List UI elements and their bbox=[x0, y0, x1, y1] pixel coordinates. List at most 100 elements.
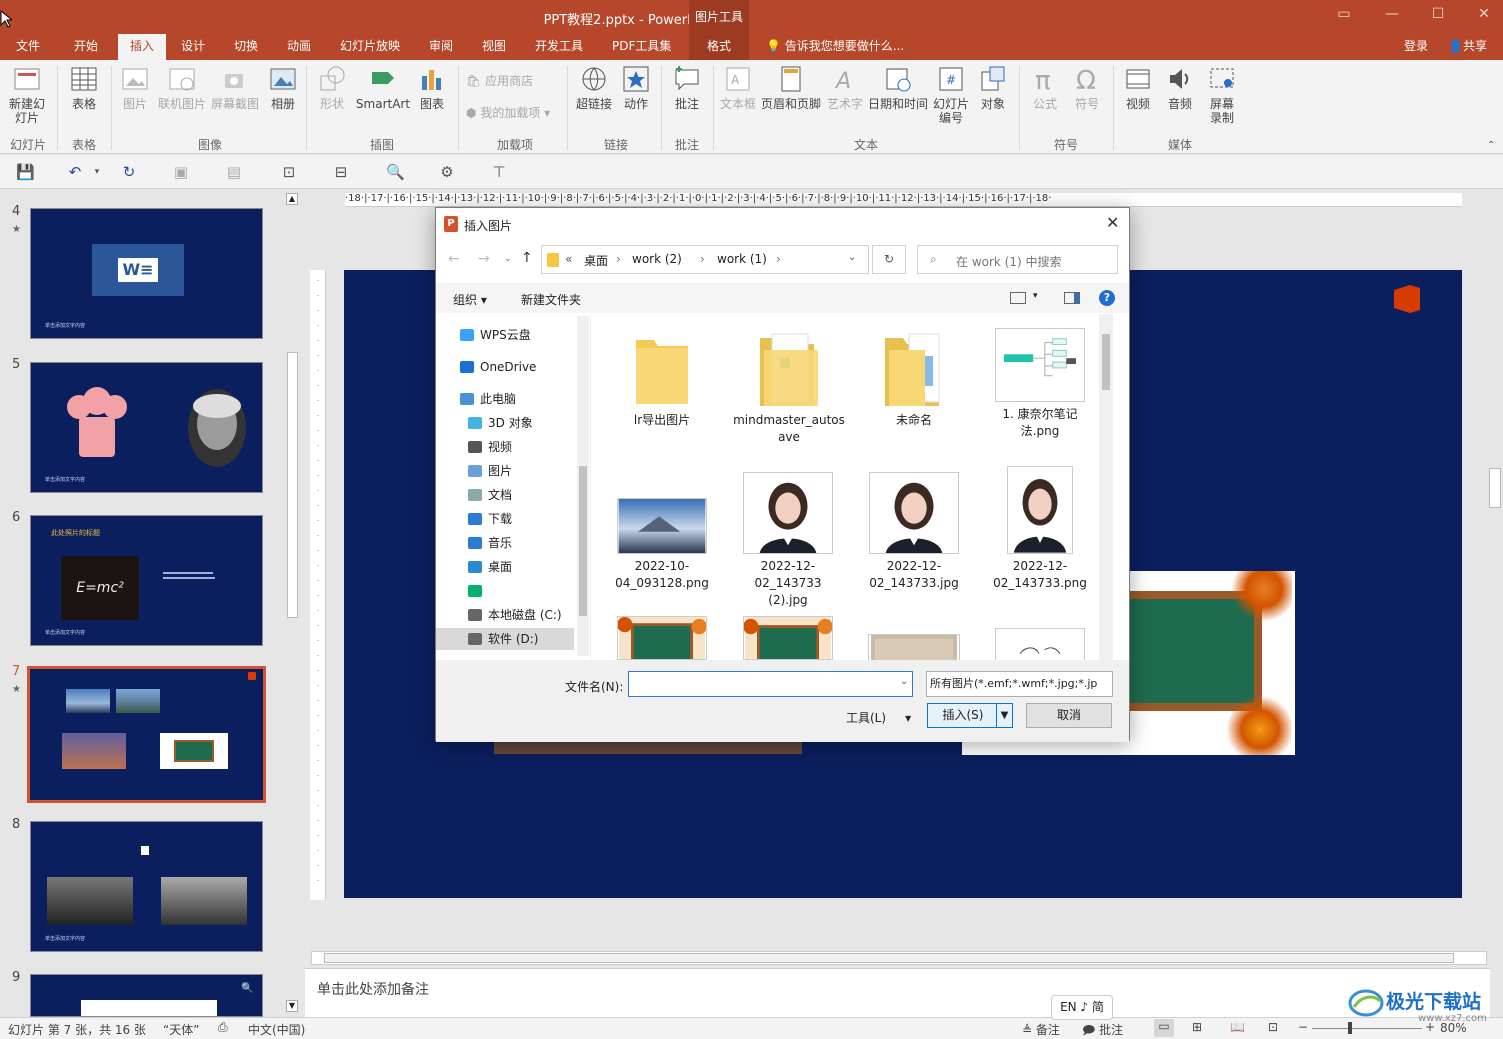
editor-scrollbar[interactable] bbox=[1488, 193, 1503, 943]
store-button[interactable]: 🛍 应用商店 bbox=[466, 74, 533, 88]
refresh-icon[interactable]: ↻ bbox=[872, 245, 906, 274]
file-item[interactable]: mindmaster_autosave bbox=[733, 328, 845, 446]
normal-view-icon[interactable]: ▭ bbox=[1154, 1019, 1174, 1037]
new-folder-button[interactable]: 新建文件夹 bbox=[521, 291, 581, 308]
breadcrumb-work1[interactable]: work (1) bbox=[717, 252, 767, 266]
qat-tool-4-icon[interactable]: ⊟ bbox=[332, 163, 350, 181]
symbol-button[interactable]: Ω 符号 bbox=[1067, 60, 1107, 111]
login-link[interactable]: 登录 bbox=[1396, 34, 1436, 60]
file-item[interactable] bbox=[607, 616, 717, 660]
file-list-scrollbar[interactable] bbox=[1099, 314, 1113, 660]
customize-qat-icon[interactable]: ⊤ bbox=[490, 163, 508, 181]
dialog-close-icon[interactable]: ✕ bbox=[1106, 213, 1119, 232]
slide-thumbnail-9[interactable]: 🔍 bbox=[30, 974, 263, 1017]
smartart-button[interactable]: SmartArt bbox=[355, 60, 411, 111]
object-button[interactable]: 对象 bbox=[974, 60, 1012, 111]
file-item[interactable]: 2022-12-02_143733.jpg bbox=[859, 464, 969, 592]
qat-tool-1-icon[interactable]: ▣ bbox=[172, 163, 190, 181]
slide-thumbnail-4[interactable]: W≡ 单击添加文字内容 bbox=[30, 208, 263, 339]
file-item[interactable] bbox=[859, 634, 969, 660]
file-item[interactable]: 1. 康奈尔笔记法.png bbox=[985, 328, 1095, 440]
language-status[interactable]: 中文(中国) bbox=[248, 1021, 305, 1038]
album-button[interactable]: 相册 bbox=[264, 60, 302, 111]
file-item[interactable]: 2022-10-04_093128.png bbox=[607, 464, 717, 592]
nav-scrollbar[interactable] bbox=[577, 316, 589, 656]
datetime-button[interactable]: 日期和时间 bbox=[867, 60, 929, 111]
tell-me-box[interactable]: 💡 告诉我您想要做什么... bbox=[758, 34, 912, 60]
slide-number-button[interactable]: # 幻灯片编号 bbox=[932, 60, 970, 125]
view-dropdown-icon[interactable]: ▾ bbox=[1033, 291, 1038, 301]
tab-view[interactable]: 视图 bbox=[474, 34, 514, 60]
picture-button[interactable]: 图片 bbox=[116, 60, 154, 111]
back-icon[interactable]: ← bbox=[448, 251, 460, 267]
slide-thumbnail-8[interactable]: 单击添加文字内容 bbox=[30, 821, 263, 952]
address-dropdown-icon[interactable]: ⌄ bbox=[848, 252, 856, 263]
recent-dropdown-icon[interactable]: ⌄ bbox=[504, 254, 512, 264]
insert-button[interactable]: 插入(S) ▼ bbox=[927, 703, 1013, 728]
undo-dropdown-icon[interactable]: ▾ bbox=[88, 163, 106, 181]
nav-this-pc[interactable]: 此电脑 bbox=[460, 388, 590, 410]
save-icon[interactable]: 💾 bbox=[16, 163, 35, 181]
close-button[interactable]: ✕ bbox=[1470, 6, 1498, 26]
textbox-button[interactable]: A 文本框 bbox=[718, 60, 758, 111]
file-type-select[interactable]: 所有图片(*.emf;*.wmf;*.jpg;*.jp bbox=[926, 671, 1113, 697]
filename-input[interactable] bbox=[628, 671, 913, 697]
hyperlink-button[interactable]: 超链接 bbox=[574, 60, 614, 111]
thumbnails-scrollbar[interactable]: ▲ ▼ bbox=[285, 190, 301, 1017]
maximize-button[interactable]: ☐ bbox=[1424, 6, 1452, 26]
audio-button[interactable]: 音频 bbox=[1160, 60, 1200, 111]
insert-dropdown-icon[interactable]: ▼ bbox=[996, 704, 1012, 727]
editor-scroll-thumb[interactable] bbox=[1489, 468, 1501, 508]
qat-tool-3-icon[interactable]: ⊡ bbox=[280, 163, 298, 181]
shapes-button[interactable]: 形状 bbox=[313, 60, 351, 111]
tab-review[interactable]: 审阅 bbox=[421, 34, 461, 60]
qat-tool-2-icon[interactable]: ▤ bbox=[225, 163, 243, 181]
h-scroll-thumb[interactable] bbox=[324, 953, 1454, 963]
screenshot-button[interactable]: 屏幕截图 bbox=[209, 60, 261, 111]
nav-software-d[interactable]: 软件 (D:) bbox=[436, 628, 574, 650]
file-item[interactable]: 未命名 bbox=[859, 328, 969, 429]
breadcrumb-work2[interactable]: work (2) bbox=[632, 252, 682, 266]
video-button[interactable]: 视频 bbox=[1118, 60, 1158, 111]
ribbon-display-icon[interactable]: ▭ bbox=[1330, 6, 1358, 26]
table-button[interactable]: 表格 bbox=[62, 60, 106, 111]
help-icon[interactable]: ? bbox=[1099, 290, 1115, 306]
spellcheck-icon[interactable]: ⎙ bbox=[218, 1020, 228, 1035]
collapse-ribbon-icon[interactable]: ⌃ bbox=[1487, 140, 1495, 151]
print-preview-icon[interactable]: 🔍 bbox=[386, 163, 405, 181]
horizontal-scrollbar[interactable] bbox=[311, 951, 1487, 965]
scroll-thumb[interactable] bbox=[287, 352, 298, 618]
filename-dropdown-icon[interactable]: ⌄ bbox=[900, 676, 908, 687]
tab-pdf-tools[interactable]: PDF工具集 bbox=[604, 34, 679, 60]
undo-icon[interactable]: ↶ bbox=[66, 163, 84, 181]
comment-button[interactable]: 批注 bbox=[667, 60, 707, 111]
my-addins-button[interactable]: ⬢ 我的加载项 ▾ bbox=[466, 106, 550, 120]
search-box[interactable]: ⌕ 在 work (1) 中搜索 bbox=[917, 245, 1118, 274]
equation-button[interactable]: π 公式 bbox=[1025, 60, 1065, 111]
breadcrumb-desktop[interactable]: 桌面 bbox=[584, 252, 608, 269]
comments-toggle[interactable]: 🗩 批注 bbox=[1082, 1021, 1123, 1039]
address-bar[interactable]: « 桌面 › work (2) › work (1) › ⌄ bbox=[541, 245, 869, 274]
tab-design[interactable]: 设计 bbox=[173, 34, 213, 60]
file-item[interactable]: lr导出图片 bbox=[607, 328, 717, 429]
screen-record-button[interactable]: 屏幕录制 bbox=[1202, 60, 1242, 125]
breadcrumb-overflow[interactable]: « bbox=[565, 252, 572, 266]
new-slide-button[interactable]: 新建幻灯片 bbox=[4, 60, 50, 125]
file-item[interactable]: 2022-12-02_143733 (2).jpg bbox=[733, 464, 843, 609]
minimize-button[interactable]: — bbox=[1378, 6, 1406, 26]
slide-thumbnail-7[interactable] bbox=[27, 666, 266, 803]
scroll-up-icon[interactable]: ▲ bbox=[286, 193, 298, 205]
header-footer-button[interactable]: 页眉和页脚 bbox=[760, 60, 822, 111]
tab-slideshow[interactable]: 幻灯片放映 bbox=[332, 34, 408, 60]
scroll-down-icon[interactable]: ▼ bbox=[286, 1000, 298, 1012]
tab-home[interactable]: 开始 bbox=[66, 34, 106, 60]
zoom-out-icon[interactable]: − bbox=[1298, 1020, 1308, 1034]
file-item[interactable]: 2022-12-02_143733.png bbox=[985, 464, 1095, 592]
redo-icon[interactable]: ↻ bbox=[120, 163, 138, 181]
tab-format[interactable]: 格式 bbox=[689, 34, 749, 60]
reading-view-icon[interactable]: 📖 bbox=[1230, 1020, 1245, 1034]
zoom-slider[interactable] bbox=[1312, 1028, 1422, 1029]
tools-dropdown[interactable]: 工具(L) ▾ bbox=[846, 709, 911, 726]
ime-indicator[interactable]: EN ♪ 简 bbox=[1051, 995, 1113, 1020]
organize-button[interactable]: 组织 ▾ bbox=[453, 291, 487, 308]
